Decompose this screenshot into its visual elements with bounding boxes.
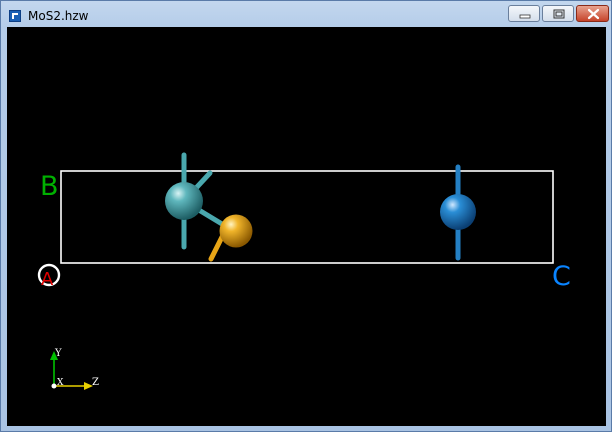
structure-viewport[interactable]: B C A Y X Z bbox=[7, 27, 606, 426]
y-axis-label: Y bbox=[54, 348, 62, 359]
app-window: MoS2.hzw B C A Y X Z bbox=[0, 0, 612, 432]
structure-canvas[interactable]: B C A Y X Z bbox=[7, 27, 606, 426]
title-bar[interactable]: MoS2.hzw bbox=[1, 1, 611, 27]
close-icon bbox=[587, 8, 600, 20]
lattice-label-a: A bbox=[41, 269, 54, 290]
atom-blue[interactable] bbox=[440, 194, 476, 230]
restore-icon bbox=[553, 9, 565, 19]
atom-gold[interactable] bbox=[219, 214, 253, 248]
window-title: MoS2.hzw bbox=[28, 9, 89, 23]
unit-cell-box bbox=[60, 170, 554, 264]
lattice-label-c: C bbox=[552, 261, 571, 292]
z-axis-label: Z bbox=[92, 377, 99, 388]
minimize-button[interactable] bbox=[508, 5, 540, 22]
x-axis-label: X bbox=[57, 378, 64, 388]
app-icon bbox=[9, 10, 21, 22]
minimize-icon bbox=[519, 14, 531, 19]
lattice-origin-marker: A bbox=[37, 263, 61, 290]
close-button[interactable] bbox=[576, 5, 609, 22]
x-axis-point bbox=[51, 383, 57, 389]
axes-triad: Y X Z bbox=[50, 348, 99, 390]
atom-teal[interactable] bbox=[165, 182, 203, 220]
lattice-label-b: B bbox=[40, 171, 59, 202]
restore-button[interactable] bbox=[542, 5, 574, 22]
